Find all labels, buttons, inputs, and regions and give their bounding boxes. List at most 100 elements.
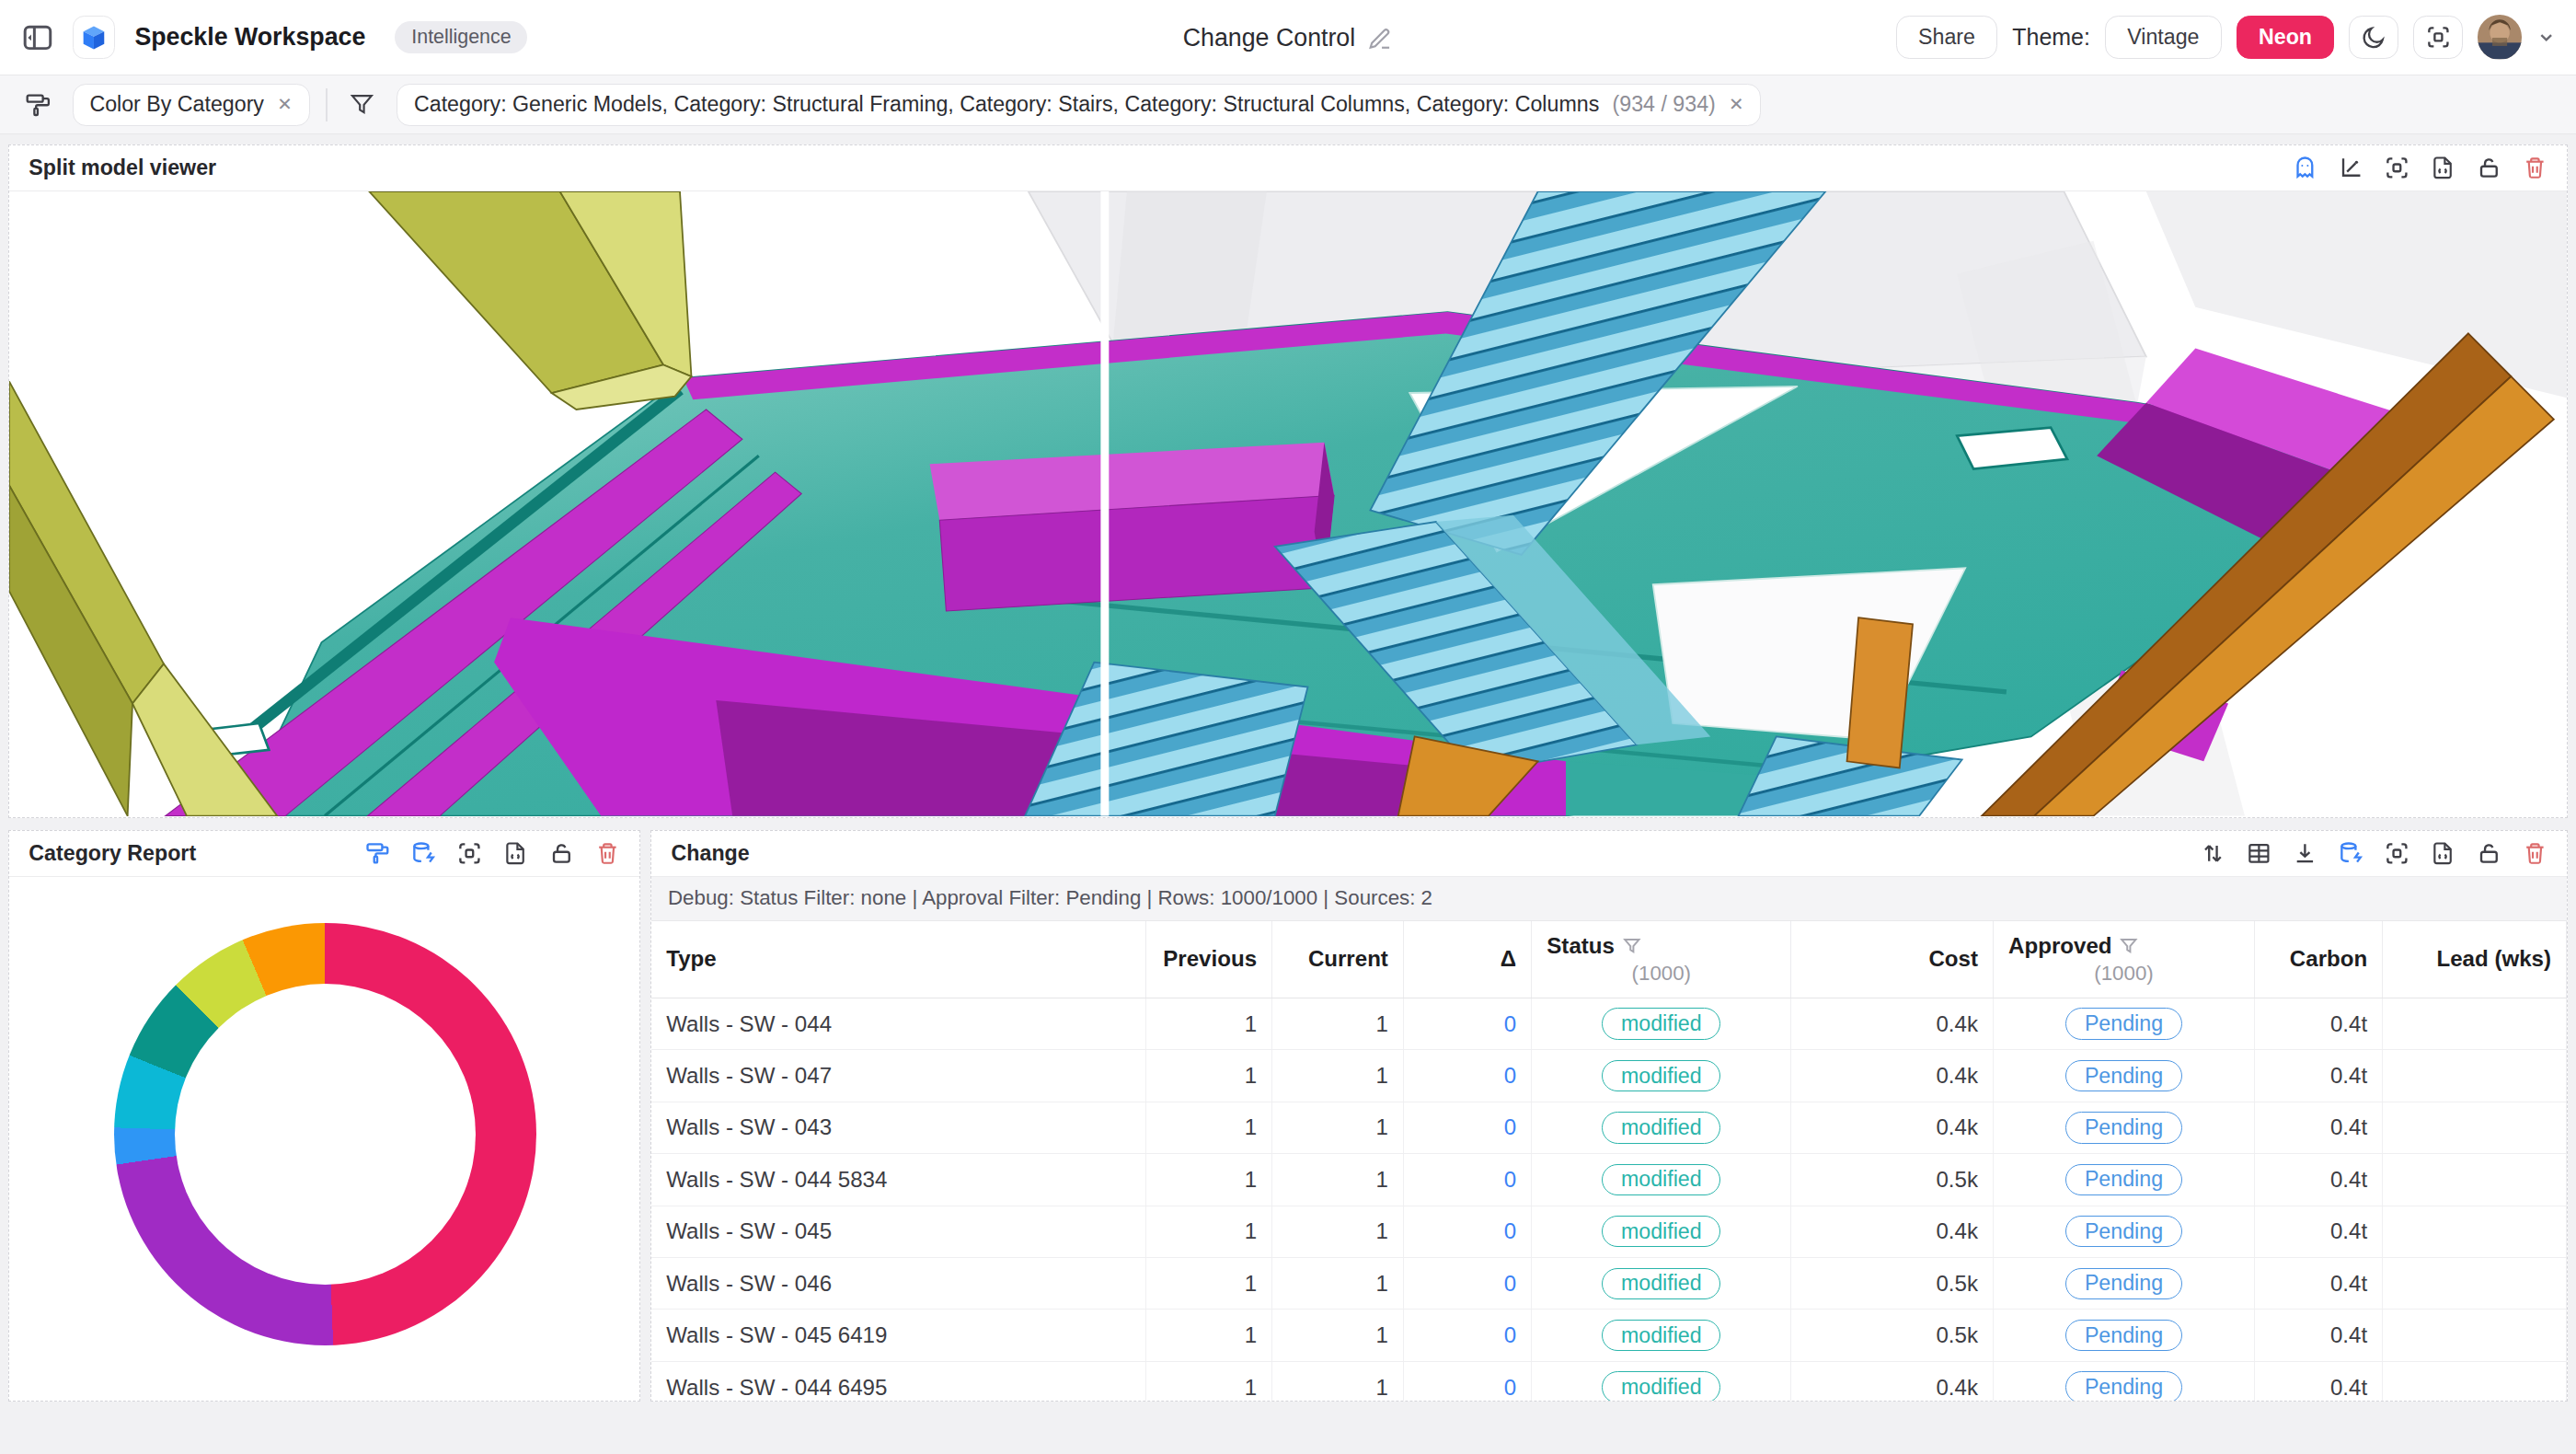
- cell-type: Walls - SW - 044 5834: [651, 1154, 1145, 1205]
- focus-icon[interactable]: [2385, 841, 2409, 866]
- table-row[interactable]: Walls - SW - 044 5834 1 1 0 modified 0.5…: [651, 1154, 2567, 1206]
- user-avatar[interactable]: [2478, 15, 2522, 59]
- status-badge[interactable]: modified: [1602, 1060, 1720, 1091]
- table-row[interactable]: Walls - SW - 043 1 1 0 modified 0.4k Pen…: [651, 1102, 2567, 1154]
- chart-axis-icon[interactable]: [2339, 156, 2363, 180]
- delta-link[interactable]: 0: [1504, 1063, 1516, 1089]
- table-row[interactable]: Walls - SW - 045 1 1 0 modified 0.4k Pen…: [651, 1206, 2567, 1258]
- column-header-status[interactable]: Status (1000): [1532, 921, 1791, 998]
- edit-title-icon[interactable]: [1368, 26, 1393, 51]
- focus-icon[interactable]: [457, 841, 482, 866]
- dashboard: Split model viewer: [0, 134, 2576, 1454]
- approved-badge[interactable]: Pending: [2065, 1164, 2181, 1195]
- delta-link[interactable]: 0: [1504, 1114, 1516, 1140]
- status-badge[interactable]: modified: [1602, 1216, 1720, 1247]
- table-row[interactable]: Walls - SW - 047 1 1 0 modified 0.4k Pen…: [651, 1050, 2567, 1102]
- table-row[interactable]: Walls - SW - 044 1 1 0 modified 0.4k Pen…: [651, 998, 2567, 1050]
- focus-icon[interactable]: [2385, 156, 2409, 180]
- delta-link[interactable]: 0: [1504, 1375, 1516, 1401]
- trash-icon[interactable]: [595, 841, 620, 866]
- delta-link[interactable]: 0: [1504, 1218, 1516, 1244]
- file-code-icon[interactable]: [2431, 156, 2455, 180]
- theme-neon-button[interactable]: Neon: [2237, 16, 2334, 59]
- cell-cost: 0.5k: [1791, 1258, 1994, 1309]
- column-header-cost[interactable]: Cost: [1791, 921, 1994, 998]
- change-table-header: Type Previous Current Δ Status (1000) Co…: [651, 921, 2567, 998]
- download-icon[interactable]: [2293, 841, 2317, 866]
- lock-icon[interactable]: [549, 841, 574, 866]
- remove-chip-icon[interactable]: ✕: [1729, 94, 1743, 115]
- approved-badge[interactable]: Pending: [2065, 1060, 2181, 1091]
- remove-chip-icon[interactable]: ✕: [277, 94, 292, 115]
- trash-icon[interactable]: [2523, 841, 2547, 866]
- share-button[interactable]: Share: [1896, 16, 1997, 59]
- cell-current: 1: [1272, 1258, 1404, 1309]
- workspace-logo[interactable]: [73, 16, 115, 58]
- status-badge[interactable]: modified: [1602, 1320, 1720, 1351]
- column-header-lead[interactable]: Lead (wks): [2383, 921, 2567, 998]
- column-header-carbon[interactable]: Carbon: [2255, 921, 2383, 998]
- cell-previous: 1: [1146, 1050, 1272, 1101]
- paint-roller-icon[interactable]: [365, 841, 390, 866]
- cell-status: modified: [1532, 998, 1791, 1049]
- column-header-previous[interactable]: Previous: [1146, 921, 1272, 998]
- table-row[interactable]: Walls - SW - 046 1 1 0 modified 0.5k Pen…: [651, 1258, 2567, 1310]
- status-badge[interactable]: modified: [1602, 1008, 1720, 1039]
- app-root: Speckle Workspace Intelligence Change Co…: [0, 0, 2576, 1454]
- report-panel-title: Category Report: [29, 841, 196, 866]
- theme-vintage-button[interactable]: Vintage: [2105, 16, 2222, 59]
- dark-mode-button[interactable]: [2349, 16, 2398, 59]
- file-code-icon[interactable]: [2431, 841, 2455, 866]
- color-by-category-chip[interactable]: Color By Category ✕: [73, 84, 310, 126]
- table-row[interactable]: Walls - SW - 044 6495 1 1 0 modified 0.4…: [651, 1362, 2567, 1402]
- delta-link[interactable]: 0: [1504, 1011, 1516, 1037]
- file-code-icon[interactable]: [503, 841, 528, 866]
- cell-delta: 0: [1404, 1206, 1532, 1257]
- cell-previous: 1: [1146, 998, 1272, 1049]
- approved-badge[interactable]: Pending: [2065, 1112, 2181, 1143]
- swap-icon[interactable]: [2201, 841, 2225, 866]
- approved-badge[interactable]: Pending: [2065, 1216, 2181, 1247]
- ghost-mode-icon[interactable]: [2293, 156, 2317, 180]
- approved-badge[interactable]: Pending: [2065, 1320, 2181, 1351]
- status-badge[interactable]: modified: [1602, 1371, 1720, 1402]
- column-header-approved[interactable]: Approved (1000): [1994, 921, 2255, 998]
- cell-delta: 0: [1404, 1102, 1532, 1153]
- status-badge[interactable]: modified: [1602, 1112, 1720, 1143]
- chip-count: (934 / 934): [1613, 92, 1716, 117]
- lock-icon[interactable]: [2477, 156, 2501, 180]
- cell-previous: 1: [1146, 1258, 1272, 1309]
- donut-chart[interactable]: [114, 923, 536, 1345]
- category-filter-chip[interactable]: Category: Generic Models, Category: Stru…: [397, 84, 1761, 126]
- model-viewer-canvas[interactable]: [9, 191, 2567, 816]
- column-header-type[interactable]: Type: [651, 921, 1145, 998]
- approved-filter-icon[interactable]: [2120, 937, 2138, 955]
- delta-link[interactable]: 0: [1504, 1271, 1516, 1297]
- chevron-down-icon[interactable]: [2536, 28, 2556, 47]
- approved-badge[interactable]: Pending: [2065, 1268, 2181, 1299]
- delta-link[interactable]: 0: [1504, 1322, 1516, 1348]
- cell-status: modified: [1532, 1310, 1791, 1360]
- approved-badge[interactable]: Pending: [2065, 1371, 2181, 1402]
- sidebar-toggle-button[interactable]: [19, 19, 55, 55]
- status-badge[interactable]: modified: [1602, 1164, 1720, 1195]
- table-icon[interactable]: [2247, 841, 2271, 866]
- table-row[interactable]: Walls - SW - 045 6419 1 1 0 modified 0.5…: [651, 1310, 2567, 1361]
- lock-icon[interactable]: [2477, 841, 2501, 866]
- viewer-panel-header: Split model viewer: [9, 145, 2567, 191]
- database-zap-icon[interactable]: [411, 841, 436, 866]
- avatar-photo: [2478, 15, 2522, 59]
- status-filter-icon[interactable]: [1623, 937, 1641, 955]
- column-header-delta[interactable]: Δ: [1404, 921, 1532, 998]
- database-zap-icon[interactable]: [2339, 841, 2363, 866]
- cell-type: Walls - SW - 044: [651, 998, 1145, 1049]
- trash-icon[interactable]: [2523, 156, 2547, 180]
- change-table-body: Walls - SW - 044 1 1 0 modified 0.4k Pen…: [651, 998, 2567, 1402]
- status-badge[interactable]: modified: [1602, 1268, 1720, 1299]
- approved-badge[interactable]: Pending: [2065, 1008, 2181, 1039]
- cell-delta: 0: [1404, 1362, 1532, 1402]
- column-header-current[interactable]: Current: [1272, 921, 1404, 998]
- cell-current: 1: [1272, 1154, 1404, 1205]
- fullscreen-button[interactable]: [2413, 16, 2463, 59]
- delta-link[interactable]: 0: [1504, 1167, 1516, 1193]
